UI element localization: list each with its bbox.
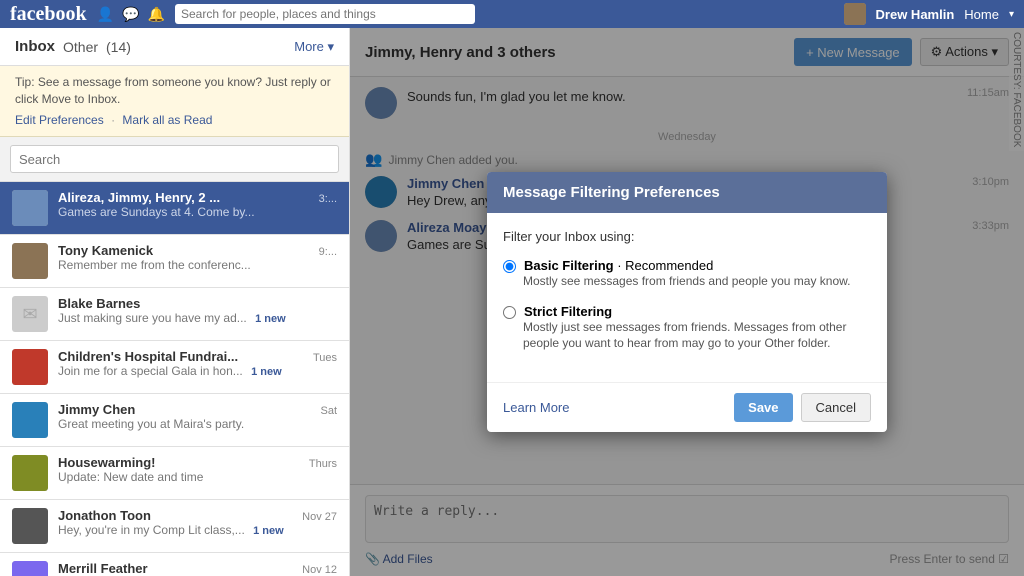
envelope-icon: ✉	[22, 304, 37, 325]
message-body: Merrill Feather Nov 12	[58, 561, 337, 576]
avatar	[12, 402, 48, 438]
message-preview: Join me for a special Gala in hon... 1 n…	[58, 364, 337, 378]
list-item[interactable]: ✉ Blake Barnes Just making sure you have…	[0, 288, 349, 341]
message-preview: Hey, you're in my Comp Lit class,... 1 n…	[58, 523, 337, 537]
modal-overlay: Message Filtering Preferences Filter you…	[350, 28, 1024, 576]
strict-filtering-radio[interactable]	[503, 306, 516, 319]
edit-preferences-link[interactable]: Edit Preferences	[15, 113, 104, 127]
message-search-input[interactable]	[10, 145, 339, 173]
avatar	[12, 561, 48, 576]
cancel-button[interactable]: Cancel	[801, 393, 871, 422]
avatar	[12, 190, 48, 226]
message-sender: Jonathon Toon	[58, 508, 151, 523]
other-tab[interactable]: Other	[63, 39, 98, 55]
avatar	[12, 349, 48, 385]
message-preview: Update: New date and time	[58, 470, 337, 484]
learn-more-link[interactable]: Learn More	[503, 400, 569, 415]
message-time: 9:...	[319, 246, 337, 258]
message-list: Alireza, Jimmy, Henry, 2 ... 3:... Games…	[0, 182, 349, 576]
message-sender: Blake Barnes	[58, 296, 140, 311]
message-sender: Housewarming!	[58, 455, 156, 470]
search-box	[0, 137, 349, 182]
top-navigation: facebook 👤 💬 🔔 Drew Hamlin Home ▾	[0, 0, 1024, 28]
global-search-input[interactable]	[175, 4, 475, 24]
modal-subtitle: Filter your Inbox using:	[503, 229, 871, 244]
message-time: Nov 27	[302, 511, 337, 523]
nav-caret-icon[interactable]: ▾	[1009, 9, 1014, 20]
strict-filtering-label: Strict Filtering	[524, 304, 612, 319]
messages-icon[interactable]: 💬	[122, 6, 139, 23]
nav-right: Drew Hamlin Home ▾	[844, 3, 1014, 25]
list-item[interactable]: Housewarming! Thurs Update: New date and…	[0, 447, 349, 500]
friends-icon[interactable]: 👤	[97, 6, 114, 23]
new-badge: 1 new	[251, 366, 282, 378]
tip-separator: ·	[111, 113, 118, 127]
avatar	[12, 243, 48, 279]
modal-footer: Learn More Save Cancel	[487, 382, 887, 432]
message-time: 3:...	[319, 193, 337, 205]
list-item[interactable]: Alireza, Jimmy, Henry, 2 ... 3:... Games…	[0, 182, 349, 235]
facebook-logo: facebook	[10, 3, 87, 26]
user-avatar[interactable]	[844, 3, 866, 25]
content-area: Jimmy, Henry and 3 others + New Message …	[350, 28, 1024, 576]
message-body: Alireza, Jimmy, Henry, 2 ... 3:... Games…	[58, 190, 337, 219]
modal-buttons: Save Cancel	[734, 393, 871, 422]
message-preview: Games are Sundays at 4. Come by...	[58, 205, 337, 219]
message-preview: Remember me from the conferenc...	[58, 258, 337, 272]
avatar: ✉	[12, 296, 48, 332]
other-count: (14)	[106, 39, 131, 55]
modal-body: Filter your Inbox using: Basic Filtering…	[487, 213, 887, 382]
message-body: Housewarming! Thurs Update: New date and…	[58, 455, 337, 484]
list-item[interactable]: Children's Hospital Fundrai... Tues Join…	[0, 341, 349, 394]
message-body: Jimmy Chen Sat Great meeting you at Mair…	[58, 402, 337, 431]
list-item[interactable]: Jonathon Toon Nov 27 Hey, you're in my C…	[0, 500, 349, 553]
new-badge: 1 new	[253, 525, 284, 537]
message-body: Tony Kamenick 9:... Remember me from the…	[58, 243, 337, 272]
home-link[interactable]: Home	[964, 7, 999, 22]
message-body: Jonathon Toon Nov 27 Hey, you're in my C…	[58, 508, 337, 537]
avatar	[12, 508, 48, 544]
message-time: Tues	[313, 352, 337, 364]
list-item[interactable]: Merrill Feather Nov 12	[0, 553, 349, 576]
modal-dialog: Message Filtering Preferences Filter you…	[487, 172, 887, 432]
list-item[interactable]: Tony Kamenick 9:... Remember me from the…	[0, 235, 349, 288]
mark-all-read-link[interactable]: Mark all as Read	[122, 113, 212, 127]
basic-filtering-description: Mostly see messages from friends and peo…	[523, 273, 871, 290]
more-button[interactable]: More ▾	[294, 39, 334, 55]
main-container: Inbox Other (14) More ▾ Tip: See a messa…	[0, 28, 1024, 576]
message-time: Thurs	[309, 458, 337, 470]
message-sender: Children's Hospital Fundrai...	[58, 349, 238, 364]
modal-title: Message Filtering Preferences	[503, 184, 720, 201]
message-sender: Alireza, Jimmy, Henry, 2 ...	[58, 190, 220, 205]
message-sender: Merrill Feather	[58, 561, 148, 576]
tip-text: Tip: See a message from someone you know…	[15, 75, 331, 106]
new-badge: 1 new	[255, 313, 286, 325]
sidebar: Inbox Other (14) More ▾ Tip: See a messa…	[0, 28, 350, 576]
message-sender: Jimmy Chen	[58, 402, 135, 417]
message-sender: Tony Kamenick	[58, 243, 153, 258]
strict-filtering-option: Strict Filtering Mostly just see message…	[503, 304, 871, 353]
list-item[interactable]: Jimmy Chen Sat Great meeting you at Mair…	[0, 394, 349, 447]
tip-links: Edit Preferences · Mark all as Read	[15, 112, 334, 129]
message-time: Nov 12	[302, 564, 337, 576]
modal-header: Message Filtering Preferences	[487, 172, 887, 213]
user-name[interactable]: Drew Hamlin	[876, 7, 955, 22]
avatar	[12, 455, 48, 491]
message-preview: Just making sure you have my ad... 1 new	[58, 311, 337, 325]
save-button[interactable]: Save	[734, 393, 792, 422]
basic-filtering-radio[interactable]	[503, 260, 516, 273]
inbox-tab[interactable]: Inbox	[15, 38, 55, 55]
tip-box: Tip: See a message from someone you know…	[0, 66, 349, 137]
basic-filtering-label: Basic Filtering · Recommended	[524, 258, 713, 273]
notifications-icon[interactable]: 🔔	[148, 6, 165, 23]
basic-filtering-option: Basic Filtering · Recommended Mostly see…	[503, 258, 871, 290]
message-body: Blake Barnes Just making sure you have m…	[58, 296, 337, 325]
message-preview: Great meeting you at Maira's party.	[58, 417, 337, 431]
strict-filtering-description: Mostly just see messages from friends. M…	[523, 319, 871, 353]
nav-icons: 👤 💬 🔔	[97, 6, 165, 23]
sidebar-header: Inbox Other (14) More ▾	[0, 28, 349, 66]
message-body: Children's Hospital Fundrai... Tues Join…	[58, 349, 337, 378]
message-time: Sat	[320, 405, 337, 417]
